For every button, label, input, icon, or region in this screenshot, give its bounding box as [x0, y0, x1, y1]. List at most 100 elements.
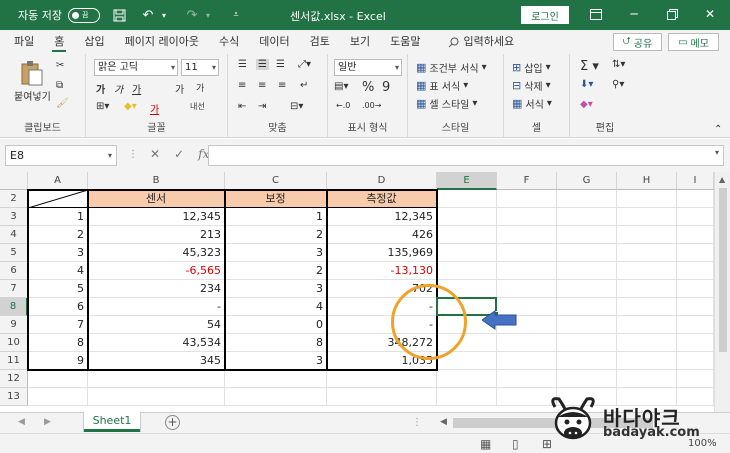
login-button[interactable]: 로그인: [521, 6, 569, 24]
vertical-scrollbar[interactable]: ▲: [714, 172, 730, 412]
cell-a12[interactable]: [28, 370, 88, 388]
column-header-c[interactable]: C: [225, 172, 327, 190]
cell-b7[interactable]: 234: [88, 280, 225, 298]
cell-c4[interactable]: 2: [225, 226, 327, 244]
cell-d3[interactable]: 12,345: [327, 208, 437, 226]
cell-f12[interactable]: [497, 370, 557, 388]
cell-d5[interactable]: 135,969: [327, 244, 437, 262]
align-center-icon[interactable]: ≡: [258, 80, 266, 91]
add-sheet-icon[interactable]: +: [165, 415, 180, 430]
close-icon[interactable]: ✕: [702, 6, 718, 22]
cell-a4[interactable]: 2: [28, 226, 88, 244]
conditional-formatting-button[interactable]: ▦ 조건부 서식 ▾: [416, 60, 487, 75]
redo-dropdown-icon[interactable]: ▾: [200, 7, 216, 23]
page-layout-view-icon[interactable]: ▯: [512, 437, 519, 451]
underline-button[interactable]: 가: [132, 81, 141, 96]
cell-g4[interactable]: [557, 226, 617, 244]
shrink-font-button[interactable]: 가: [196, 81, 204, 94]
cell-f3[interactable]: [497, 208, 557, 226]
cell-b4[interactable]: 213: [88, 226, 225, 244]
cell-d13[interactable]: [327, 388, 437, 406]
column-header-f[interactable]: F: [497, 172, 557, 190]
wrap-text-icon[interactable]: ↵: [300, 80, 308, 91]
cell-a8[interactable]: 6: [28, 298, 88, 316]
cell-a13[interactable]: [28, 388, 88, 406]
cell-c8[interactable]: 4: [225, 298, 327, 316]
cell-f5[interactable]: [497, 244, 557, 262]
cancel-icon[interactable]: ✕: [150, 147, 160, 161]
ribbon-display-icon[interactable]: [588, 6, 604, 22]
customize-toolbar-icon[interactable]: ⩡: [228, 7, 244, 23]
cell-g2[interactable]: [557, 190, 617, 208]
align-bottom-icon[interactable]: ☰: [276, 59, 285, 70]
cell-c13[interactable]: [225, 388, 327, 406]
cell-h11[interactable]: [617, 352, 677, 370]
italic-button[interactable]: 가: [114, 81, 123, 96]
cell-i2[interactable]: [677, 190, 714, 208]
cell-d12[interactable]: [327, 370, 437, 388]
cell-e4[interactable]: [437, 226, 497, 244]
align-right-icon[interactable]: ≡: [278, 80, 286, 91]
format-painter-icon[interactable]: 🖌: [56, 98, 69, 109]
cell-g6[interactable]: [557, 262, 617, 280]
column-header-h[interactable]: H: [617, 172, 677, 190]
cell-i12[interactable]: [677, 370, 714, 388]
column-header-e[interactable]: E: [437, 172, 497, 190]
cell-g12[interactable]: [557, 370, 617, 388]
cell-f10[interactable]: [497, 334, 557, 352]
cell-c10[interactable]: 8: [225, 334, 327, 352]
cell-c11[interactable]: 3: [225, 352, 327, 370]
cell-a10[interactable]: 8: [28, 334, 88, 352]
font-name-box[interactable]: 맑은 고딕 ▾: [94, 59, 178, 76]
comma-style-icon[interactable]: 9: [382, 80, 390, 95]
column-header-a[interactable]: A: [28, 172, 88, 190]
share-button[interactable]: ⮍ 공유: [613, 33, 662, 51]
row-header-4[interactable]: 4: [0, 226, 28, 244]
row-header-8[interactable]: 8: [0, 298, 28, 316]
undo-dropdown-icon[interactable]: ▾: [156, 7, 172, 23]
borders-icon[interactable]: ⊞▾: [96, 101, 109, 112]
clear-icon[interactable]: ◆▾: [580, 99, 593, 110]
column-header-i[interactable]: I: [677, 172, 714, 190]
increase-indent-icon[interactable]: ⇥: [258, 101, 266, 112]
cell-b8[interactable]: -: [88, 298, 225, 316]
format-cells-button[interactable]: ▦ 서식 ▾: [512, 96, 552, 111]
cell-b6[interactable]: -6,565: [88, 262, 225, 280]
row-header-13[interactable]: 13: [0, 388, 28, 406]
redo-icon[interactable]: ↷: [184, 7, 200, 23]
cell-a6[interactable]: 4: [28, 262, 88, 280]
row-header-12[interactable]: 12: [0, 370, 28, 388]
cell-e6[interactable]: [437, 262, 497, 280]
cell-i9[interactable]: [677, 316, 714, 334]
format-as-table-button[interactable]: ▦ 표 서식 ▾: [416, 78, 468, 93]
decrease-indent-icon[interactable]: ⇤: [238, 101, 246, 112]
cell-b3[interactable]: 12,345: [88, 208, 225, 226]
name-box[interactable]: E8 ▾: [5, 145, 117, 166]
sheet-tab-sheet1[interactable]: Sheet1: [84, 412, 140, 432]
tell-me-search[interactable]: 입력하세요: [438, 30, 524, 54]
undo-icon[interactable]: ↶: [140, 7, 156, 23]
restore-icon[interactable]: [664, 6, 680, 22]
orientation-icon[interactable]: ⤢▾: [298, 59, 311, 70]
tab-home[interactable]: 홈: [44, 30, 74, 54]
select-all-corner[interactable]: [0, 172, 28, 190]
tab-formulas[interactable]: 수식: [209, 30, 249, 54]
row-header-5[interactable]: 5: [0, 244, 28, 262]
cell-g3[interactable]: [557, 208, 617, 226]
cell-a7[interactable]: 5: [28, 280, 88, 298]
phonetic-button[interactable]: 내선: [190, 101, 205, 112]
autosum-icon[interactable]: Σ ▾: [580, 59, 599, 74]
find-select-icon[interactable]: ⚲▾: [612, 79, 624, 90]
cell-c12[interactable]: [225, 370, 327, 388]
font-size-box[interactable]: 11 ▾: [181, 59, 219, 76]
cell-e2[interactable]: [437, 190, 497, 208]
copy-icon[interactable]: ⧉: [56, 80, 63, 91]
cell-styles-button[interactable]: ▦ 셀 스타일 ▾: [416, 96, 477, 111]
save-icon[interactable]: [112, 7, 128, 23]
increase-decimal-icon[interactable]: ←.0: [336, 101, 350, 110]
bold-button[interactable]: 가: [96, 81, 105, 96]
cell-d2[interactable]: 측정값: [327, 190, 437, 208]
cell-b11[interactable]: 345: [88, 352, 225, 370]
tab-file[interactable]: 파일: [4, 30, 44, 54]
cell-i3[interactable]: [677, 208, 714, 226]
